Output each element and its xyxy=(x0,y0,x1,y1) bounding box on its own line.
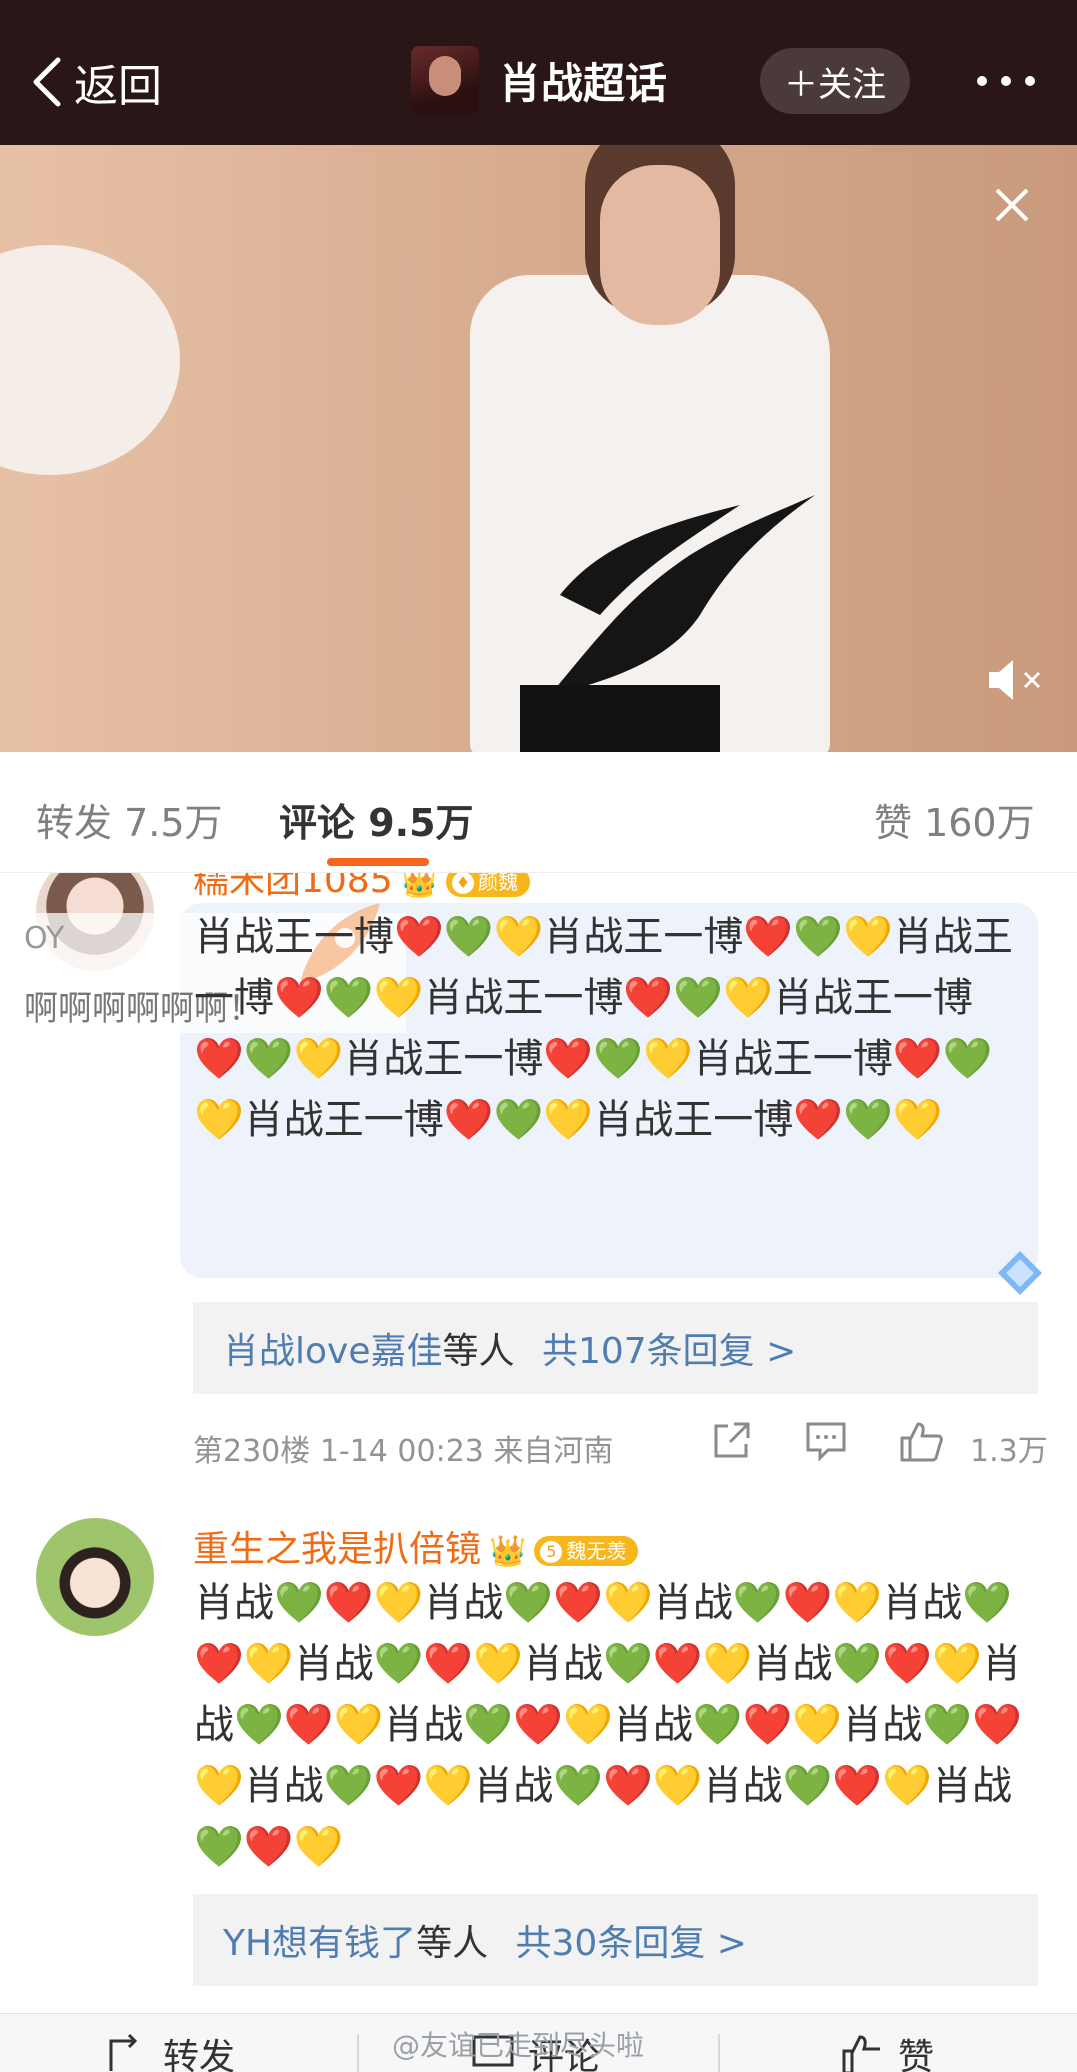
reply-summary[interactable]: 肖战love嘉佳等人 共107条回复 > xyxy=(193,1302,1038,1394)
top-navigation-bar: 返回 肖战超话 ＋关注 xyxy=(0,0,1077,145)
thumbs-up-icon xyxy=(842,2035,880,2072)
like-count: 1.3万 xyxy=(970,1434,1048,1469)
video-figure-face xyxy=(600,165,720,325)
like-button[interactable]: 赞 xyxy=(840,2028,934,2072)
close-icon[interactable] xyxy=(992,185,1032,225)
reply-suffix: 等人 xyxy=(416,1923,489,1964)
mute-icon[interactable] xyxy=(985,655,1049,705)
divider xyxy=(718,2034,720,2072)
tab-comment[interactable]: 评论 9.5万 xyxy=(279,792,474,847)
crown-icon: 👑 xyxy=(400,873,438,900)
comment-location: 来自河南 xyxy=(493,1434,614,1469)
floor-number: 第230楼 xyxy=(193,1434,311,1469)
like-label: 赞 xyxy=(898,2037,935,2072)
video-figure-pants xyxy=(520,685,720,752)
reply-comment-icon[interactable] xyxy=(804,1418,848,1462)
watermark: @友谊已走到尽头啦 xyxy=(392,2029,645,2062)
fan-badge: 5 魏无羡 xyxy=(534,1536,639,1566)
comment-meta: 第230楼 1-14 00:23 来自河南 xyxy=(193,1426,613,1470)
supertopic-title[interactable]: 肖战超话 xyxy=(411,46,667,114)
fan-level-icon: ♦ xyxy=(451,873,474,894)
reply-suffix: 等人 xyxy=(442,1331,515,1372)
reply-count-link[interactable]: 共30条回复 > xyxy=(516,1923,747,1964)
fan-level: 5 xyxy=(540,1541,563,1563)
stats-tab-bar: 转发 7.5万 评论 9.5万 赞 160万 xyxy=(0,752,1077,873)
video-player[interactable] xyxy=(0,145,1077,752)
reply-summary[interactable]: YH想有钱了等人 共30条回复 > xyxy=(193,1894,1038,1986)
comment-body: 肖战王一博❤️💚💛肖战王一博❤️💚💛肖战王一博❤️💚💛肖战王一博❤️💚💛肖战王一… xyxy=(194,914,1013,1143)
supertopic-avatar xyxy=(411,46,479,114)
diamond-icon xyxy=(998,1251,1042,1295)
reply-user-link[interactable]: 肖战love嘉佳 xyxy=(223,1331,442,1372)
back-button[interactable]: 返回 xyxy=(28,50,162,114)
comment-author[interactable]: 重生之我是扒倍镜 👑 5 魏无羡 xyxy=(193,1520,639,1572)
comment-time: 1-14 00:23 xyxy=(319,1434,484,1469)
follow-button[interactable]: ＋关注 xyxy=(760,48,910,114)
like-icon[interactable] xyxy=(898,1418,944,1464)
reply-count-link[interactable]: 共107条回复 > xyxy=(542,1331,796,1372)
more-options-icon[interactable] xyxy=(972,66,1040,96)
share-icon[interactable] xyxy=(710,1418,754,1462)
username-text: 重生之我是扒倍镜 xyxy=(193,1529,482,1570)
comment-list: 糯米团1085 👑 ♦ 颜魏 OY 啊啊啊啊啊啊！ 肖战王一博❤️💚💛肖战王一博❤️💚… xyxy=(0,873,1077,2013)
tab-repost[interactable]: 转发 7.5万 xyxy=(36,792,223,847)
avatar[interactable] xyxy=(36,1518,154,1636)
divider xyxy=(357,2034,359,2072)
reply-user-link[interactable]: YH想有钱了 xyxy=(223,1923,416,1964)
tab-like[interactable]: 赞 160万 xyxy=(874,792,1035,847)
fan-badge-text: 魏无羡 xyxy=(566,1539,627,1563)
floating-fragment-text: OY xyxy=(24,921,65,956)
active-tab-indicator xyxy=(327,858,429,866)
page-title: 肖战超话 xyxy=(499,58,668,108)
background-lamp xyxy=(0,245,180,475)
back-label: 返回 xyxy=(74,61,162,112)
comment-body: 肖战💚❤️💛肖战💚❤️💛肖战💚❤️💛肖战💚❤️💛肖战💚❤️💛肖战💚❤️💛肖战💚❤… xyxy=(194,1580,1022,1870)
crown-icon: 👑 xyxy=(489,1534,527,1569)
jacket-pattern xyxy=(550,495,815,695)
fan-badge-text: 颜魏 xyxy=(477,873,518,894)
repost-icon xyxy=(109,2033,138,2071)
repost-label: 转发 xyxy=(163,2037,236,2072)
repost-button[interactable]: 转发 xyxy=(105,2028,235,2072)
chevron-left-icon xyxy=(33,57,61,107)
fan-badge: ♦ 颜魏 xyxy=(445,873,530,897)
